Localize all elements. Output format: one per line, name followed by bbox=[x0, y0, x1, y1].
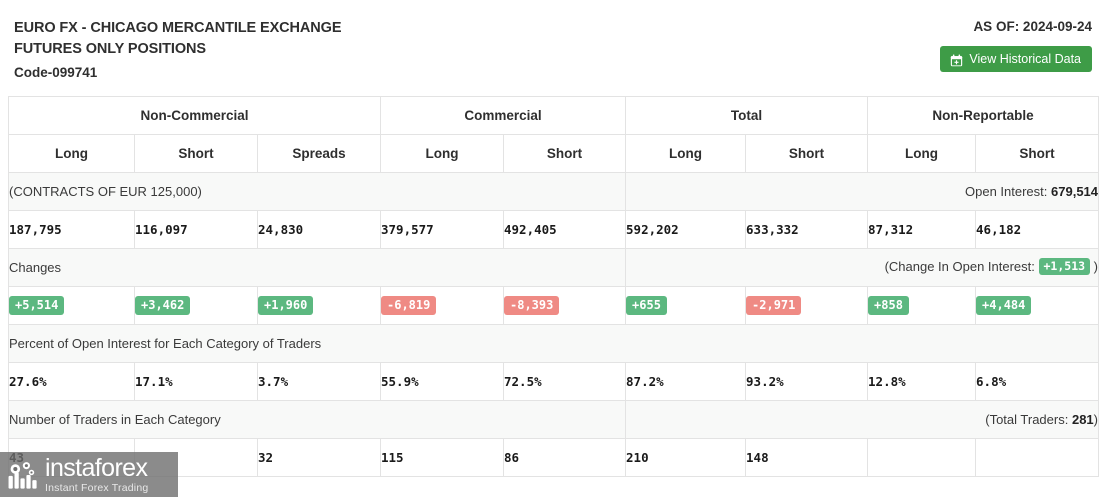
traders-cell-2: 32 bbox=[257, 438, 381, 477]
sub-header-7: Long bbox=[867, 134, 977, 173]
cot-table: Non-Commercial Commercial Total Non-Repo… bbox=[7, 96, 1100, 477]
group-header-non-commercial: Non-Commercial bbox=[8, 96, 381, 135]
percent-label: Percent of Open Interest for Each Catego… bbox=[7, 324, 1100, 363]
calendar-plus-icon bbox=[950, 53, 963, 67]
percent-cell-0: 27.6% bbox=[8, 362, 135, 401]
sub-header-6: Short bbox=[745, 134, 869, 173]
changes-row: +5,514 +3,462 +1,960 -6,819 -8,393 +655 … bbox=[8, 286, 1100, 325]
group-header-commercial: Commercial bbox=[379, 96, 627, 135]
traders-label: Number of Traders in Each Category bbox=[7, 400, 627, 439]
percent-cell-1: 17.1% bbox=[134, 362, 258, 401]
view-historical-data-label: View Historical Data bbox=[969, 52, 1081, 66]
page-title-line-2: FUTURES ONLY POSITIONS bbox=[14, 41, 206, 57]
position-cell-2: 24,830 bbox=[257, 210, 381, 249]
total-traders-suffix: ) bbox=[1093, 412, 1099, 427]
percent-cell-4: 72.5% bbox=[502, 362, 627, 401]
change-badge-3: -6,819 bbox=[381, 296, 437, 315]
traders-cell-5: 210 bbox=[625, 438, 747, 477]
title-block: EURO FX - CHICAGO MERCANTILE EXCHANGE FU… bbox=[14, 18, 1092, 83]
position-cell-0: 187,795 bbox=[8, 210, 135, 249]
traders-cell-0: 43 bbox=[8, 438, 135, 477]
sub-header-0: Long bbox=[8, 134, 135, 173]
traders-label-row: Number of Traders in Each Category (Tota… bbox=[7, 400, 1100, 439]
traders-cell-8 bbox=[975, 438, 1100, 477]
position-cell-7: 87,312 bbox=[867, 210, 977, 249]
percent-label-row: Percent of Open Interest for Each Catego… bbox=[7, 324, 1100, 363]
report-code: Code-099741 bbox=[14, 65, 98, 80]
traders-cell-1 bbox=[134, 438, 258, 477]
change-cell-4: -8,393 bbox=[502, 286, 627, 325]
percent-cell-8: 6.8% bbox=[975, 362, 1100, 401]
traders-cell-4: 86 bbox=[502, 438, 627, 477]
percent-cell-7: 12.8% bbox=[867, 362, 977, 401]
total-traders-cell: (Total Traders: 281) bbox=[625, 400, 1100, 439]
change-badge-6: -2,971 bbox=[746, 296, 802, 315]
sub-header-3: Long bbox=[380, 134, 504, 173]
change-cell-0: +5,514 bbox=[8, 286, 135, 325]
change-cell-3: -6,819 bbox=[380, 286, 504, 325]
change-cell-6: -2,971 bbox=[745, 286, 869, 325]
contracts-label: (CONTRACTS OF EUR 125,000) bbox=[7, 172, 627, 211]
group-header-total: Total bbox=[625, 96, 869, 135]
changes-label: Changes bbox=[7, 248, 627, 287]
sub-header-row: Long Short Spreads Long Short Long Short… bbox=[8, 134, 1100, 173]
change-open-interest-cell: (Change In Open Interest: +1,513 ) bbox=[625, 248, 1100, 287]
as-of-date: AS OF: 2024-09-24 bbox=[973, 19, 1092, 34]
change-badge-8: +4,484 bbox=[976, 296, 1032, 315]
change-badge-1: +3,462 bbox=[135, 296, 191, 315]
position-cell-1: 116,097 bbox=[134, 210, 258, 249]
cot-table-wrap: Non-Commercial Commercial Total Non-Repo… bbox=[0, 96, 1106, 477]
header-right: AS OF: 2024-09-24 View Historical Data bbox=[940, 18, 1092, 72]
changes-label-row: Changes (Change In Open Interest: +1,513… bbox=[7, 248, 1100, 287]
position-cell-8: 46,182 bbox=[975, 210, 1100, 249]
change-cell-7: +858 bbox=[867, 286, 977, 325]
percent-cell-6: 93.2% bbox=[745, 362, 869, 401]
change-badge-0: +5,514 bbox=[9, 296, 65, 315]
sub-header-1: Short bbox=[134, 134, 258, 173]
percent-cell-2: 3.7% bbox=[257, 362, 381, 401]
change-cell-1: +3,462 bbox=[134, 286, 258, 325]
total-traders-value: 281 bbox=[1071, 412, 1094, 427]
change-open-interest-prefix: (Change In Open Interest: bbox=[884, 259, 1035, 274]
position-cell-5: 592,202 bbox=[625, 210, 747, 249]
cot-report-page: EURO FX - CHICAGO MERCANTILE EXCHANGE FU… bbox=[0, 0, 1106, 500]
contracts-row: (CONTRACTS OF EUR 125,000) Open Interest… bbox=[7, 172, 1100, 211]
sub-header-5: Long bbox=[625, 134, 747, 173]
change-cell-5: +655 bbox=[625, 286, 747, 325]
sub-header-4: Short bbox=[502, 134, 627, 173]
position-cell-6: 633,332 bbox=[745, 210, 869, 249]
open-interest-label: Open Interest: bbox=[965, 184, 1048, 199]
open-interest-value: 679,514 bbox=[1051, 184, 1099, 199]
change-badge-5: +655 bbox=[626, 296, 667, 315]
percent-cell-3: 55.9% bbox=[380, 362, 504, 401]
instaforex-tagline: Instant Forex Trading bbox=[45, 481, 149, 494]
change-badge-4: -8,393 bbox=[504, 296, 560, 315]
sub-header-8: Short bbox=[975, 134, 1100, 173]
report-header: EURO FX - CHICAGO MERCANTILE EXCHANGE FU… bbox=[0, 0, 1106, 96]
group-header-non-reportable: Non-Reportable bbox=[867, 96, 1100, 135]
change-cell-8: +4,484 bbox=[975, 286, 1100, 325]
traders-cell-6: 148 bbox=[745, 438, 869, 477]
change-badge-2: +1,960 bbox=[258, 296, 314, 315]
total-traders-prefix: (Total Traders: bbox=[985, 412, 1069, 427]
traders-row: 43 32 115 86 210 148 bbox=[8, 438, 1100, 477]
page-title-line-1: EURO FX - CHICAGO MERCANTILE EXCHANGE bbox=[14, 20, 342, 36]
change-open-interest-badge: +1,513 bbox=[1038, 258, 1091, 275]
sub-header-2: Spreads bbox=[257, 134, 381, 173]
open-interest-cell: Open Interest: 679,514 bbox=[625, 172, 1100, 211]
change-open-interest-suffix: ) bbox=[1093, 259, 1099, 274]
change-badge-7: +858 bbox=[868, 296, 909, 315]
group-header-row: Non-Commercial Commercial Total Non-Repo… bbox=[8, 96, 1100, 135]
positions-row: 187,795 116,097 24,830 379,577 492,405 5… bbox=[8, 210, 1100, 249]
view-historical-data-button[interactable]: View Historical Data bbox=[940, 46, 1092, 72]
traders-cell-3: 115 bbox=[380, 438, 504, 477]
percent-row: 27.6% 17.1% 3.7% 55.9% 72.5% 87.2% 93.2%… bbox=[8, 362, 1100, 401]
traders-cell-7 bbox=[867, 438, 977, 477]
change-cell-2: +1,960 bbox=[257, 286, 381, 325]
position-cell-3: 379,577 bbox=[380, 210, 504, 249]
percent-cell-5: 87.2% bbox=[625, 362, 747, 401]
position-cell-4: 492,405 bbox=[502, 210, 627, 249]
